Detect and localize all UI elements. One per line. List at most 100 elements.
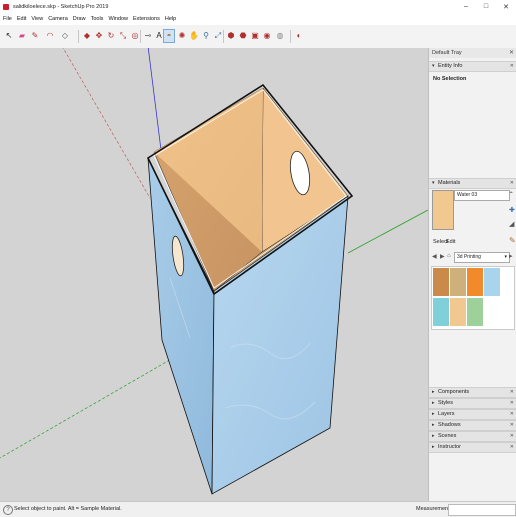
entity-info-header[interactable]: ▾ Entity Info ✕ [429, 61, 516, 72]
expand-icon: ▸ [432, 400, 435, 406]
panel-menu-icon[interactable]: ✕ [510, 421, 514, 430]
shadows-header[interactable]: ▸ Shadows ✕ [429, 420, 516, 431]
rotate-icon[interactable]: ↻ [106, 30, 116, 42]
green-axis [347, 209, 428, 254]
material-preview [432, 190, 454, 230]
tape-measure-icon[interactable]: ⊸ [143, 30, 153, 42]
tray-close-icon[interactable]: ✕ [509, 49, 514, 56]
expand-icon: ▸ [432, 389, 435, 395]
panel-menu-icon[interactable]: ✕ [510, 410, 514, 419]
extension-warehouse-icon[interactable]: ⬣ [238, 30, 248, 42]
toolbar-separator [140, 30, 141, 43]
details-icon[interactable]: ▸ [509, 252, 513, 260]
material-swatch[interactable] [449, 297, 467, 327]
measurements-input[interactable] [448, 504, 516, 516]
scenes-header[interactable]: ▸ Scenes ✕ [429, 431, 516, 442]
components-header[interactable]: ▸ Components ✕ [429, 387, 516, 398]
library-name: 3d Printing [457, 254, 481, 260]
material-library-select[interactable]: 3d Printing ▾ [454, 252, 510, 263]
layout-icon[interactable]: ▣ [250, 30, 260, 42]
material-swatch[interactable] [432, 297, 450, 327]
material-swatch[interactable] [466, 297, 484, 327]
status-bar: ? Select object to paint. Alt = Sample M… [0, 501, 516, 517]
menu-file[interactable]: File [3, 16, 12, 22]
panel-menu-icon[interactable]: ✕ [510, 399, 514, 408]
chevron-down-icon: ▾ [504, 254, 507, 260]
orbit-icon[interactable]: ✺ [177, 30, 187, 42]
menu-draw[interactable]: Draw [73, 16, 86, 22]
panel-menu-icon[interactable]: ✕ [510, 62, 514, 71]
drawing-viewport[interactable] [0, 48, 428, 501]
warehouse-icon[interactable]: ⬢ [226, 30, 236, 42]
red-axis [62, 48, 151, 199]
toolbar-separator [223, 30, 224, 43]
sketchup-app-icon [3, 3, 9, 10]
expand-icon: ▸ [432, 444, 435, 450]
paint-bucket-icon[interactable]: ◓ [163, 29, 175, 43]
blue-axis [147, 48, 163, 159]
trimble-connect-icon[interactable]: ◍ [275, 30, 285, 42]
collapse-icon: ▾ [432, 63, 435, 69]
back-icon[interactable]: ◀ [432, 253, 437, 260]
status-text: Select object to paint. Alt = Sample Mat… [14, 506, 122, 512]
zoom-extents-icon[interactable]: ⤢ [213, 30, 223, 42]
layers-header[interactable]: ▸ Layers ✕ [429, 409, 516, 420]
collapse-icon: ▾ [432, 180, 435, 186]
close-button[interactable]: ✕ [496, 0, 516, 13]
zoom-icon[interactable]: ⚲ [201, 30, 211, 42]
pencil-icon[interactable]: ✎ [30, 30, 40, 42]
scale-icon[interactable]: ⤡ [118, 30, 128, 42]
expand-icon: ▸ [432, 433, 435, 439]
menu-tools[interactable]: Tools [91, 16, 104, 22]
menu-window[interactable]: Window [108, 16, 128, 22]
menu-camera[interactable]: Camera [48, 16, 68, 22]
toolbar: ↖ ▰ ✎ ◠ ◇ ◆ ✥ ↻ ⤡ ◎ ⊸ A ◓ ✺ ✋ ⚲ ⤢ ⬢ ⬣ ▣ … [0, 25, 516, 49]
title-bar: salidkiloelece.skp - SketchUp Pro 2019 [0, 0, 516, 13]
panel-menu-icon[interactable]: ✕ [510, 179, 514, 188]
expand-icon: ▸ [432, 422, 435, 428]
measurements-label: Measurements [416, 506, 453, 512]
menu-edit[interactable]: Edit [17, 16, 26, 22]
default-material-icon[interactable]: ◢ [509, 220, 514, 228]
material-swatch[interactable] [432, 267, 450, 297]
instructor-header[interactable]: ▸ Instructor ✕ [429, 442, 516, 453]
paint-bucket-icon[interactable]: ◓ [509, 190, 513, 197]
material-swatch[interactable] [466, 267, 484, 297]
minimize-button[interactable]: – [456, 0, 476, 13]
toolbar-separator [78, 30, 79, 43]
sample-paint-icon[interactable]: ✎ [509, 236, 516, 245]
arc-icon[interactable]: ◠ [45, 30, 55, 42]
default-tray: Default Tray ✕ ▾ Entity Info ✕ No Select… [428, 48, 516, 501]
panel-menu-icon[interactable]: ✕ [510, 443, 514, 452]
model-canvas[interactable] [0, 48, 428, 501]
move-icon[interactable]: ✥ [94, 30, 104, 42]
material-name-field[interactable]: Water 03 [454, 190, 510, 201]
menu-bar: File Edit View Camera Draw Tools Window … [0, 13, 516, 25]
material-swatch[interactable] [449, 267, 467, 297]
eraser-icon[interactable]: ▰ [17, 30, 27, 42]
create-material-icon[interactable]: ✚ [509, 206, 515, 214]
sketchup-logo-icon[interactable]: ◐ [294, 30, 304, 42]
forward-icon[interactable]: ▶ [440, 253, 445, 260]
materials-tab-edit[interactable]: Edit [446, 239, 455, 245]
panel-menu-icon[interactable]: ✕ [510, 388, 514, 397]
help-icon[interactable]: ? [3, 505, 13, 515]
shapes-icon[interactable]: ◇ [60, 30, 70, 42]
offset-icon[interactable]: ◎ [130, 30, 140, 42]
material-swatch[interactable] [483, 267, 501, 297]
materials-header[interactable]: ▾ Materials ✕ [429, 178, 516, 189]
panel-menu-icon[interactable]: ✕ [510, 432, 514, 441]
expand-icon: ▸ [432, 411, 435, 417]
menu-extensions[interactable]: Extensions [133, 16, 160, 22]
home-icon[interactable]: ⌂ [447, 253, 451, 259]
push-pull-icon[interactable]: ◆ [82, 30, 92, 42]
select-arrow-icon[interactable]: ↖ [4, 30, 14, 42]
styles-header[interactable]: ▸ Styles ✕ [429, 398, 516, 409]
maximize-button[interactable]: □ [476, 0, 496, 13]
menu-help[interactable]: Help [165, 16, 176, 22]
extension-manager-icon[interactable]: ◉ [262, 30, 272, 42]
window-title: salidkiloelece.skp - SketchUp Pro 2019 [13, 3, 109, 10]
pan-icon[interactable]: ✋ [189, 30, 199, 42]
tray-title: Default Tray [429, 48, 516, 58]
menu-view[interactable]: View [31, 16, 43, 22]
